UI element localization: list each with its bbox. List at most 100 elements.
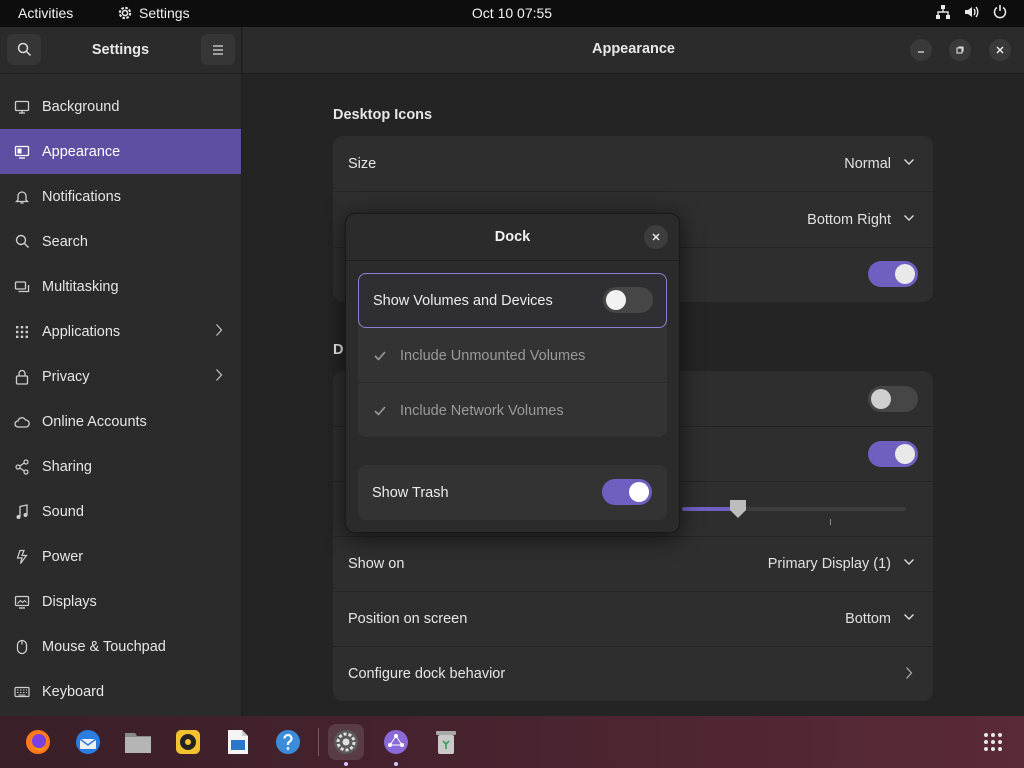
sidebar-item-notifications[interactable]: Notifications [0, 174, 241, 219]
chevron-down-icon [904, 614, 914, 620]
sidebar-item-sound[interactable]: Sound [0, 489, 241, 534]
content-header: Appearance [243, 27, 1024, 74]
show-trash-row[interactable]: Show Trash [358, 465, 667, 520]
dock-option-toggle-1[interactable] [868, 386, 918, 412]
include-unmounted-row[interactable]: Include Unmounted Volumes [358, 328, 667, 383]
dock-firefox[interactable] [20, 724, 56, 760]
volumes-group: Show Volumes and Devices Include Unmount… [358, 273, 667, 437]
position-on-screen-value: Bottom [845, 610, 891, 627]
mouse-icon [16, 639, 28, 654]
system-tray[interactable] [935, 4, 1008, 20]
cloud-icon [14, 416, 30, 428]
show-on-row[interactable]: Show on Primary Display (1) [333, 536, 933, 591]
sidebar-item-label: Sound [42, 503, 84, 520]
icon-size-row[interactable]: Size Normal [333, 136, 933, 191]
chevron-down-icon [904, 215, 914, 221]
dialog-title: Dock [494, 229, 531, 245]
dock-show-apps[interactable] [975, 724, 1011, 760]
chevron-down-icon [904, 559, 914, 565]
dock-network-app[interactable] [378, 724, 414, 766]
sidebar-item-online-accounts[interactable]: Online Accounts [0, 399, 241, 444]
sidebar-item-label: Background [42, 98, 120, 115]
sidebar-nav: Background Appearance Notifications Sear… [0, 74, 241, 714]
thunderbird-icon [76, 730, 100, 754]
rhythmbox-icon [176, 730, 200, 754]
dock-option-toggle-2[interactable] [868, 441, 918, 467]
minimize-icon [918, 51, 924, 53]
maximize-button[interactable] [949, 39, 971, 61]
sidebar-item-appearance[interactable]: Appearance [0, 129, 241, 174]
network-icon [936, 5, 950, 19]
show-volumes-label: Show Volumes and Devices [373, 292, 553, 309]
show-volumes-row[interactable]: Show Volumes and Devices [358, 273, 667, 328]
sidebar-item-label: Mouse & Touchpad [42, 638, 166, 655]
background-icon [14, 100, 30, 114]
share-icon [15, 458, 29, 475]
dock-libreoffice-writer[interactable] [220, 724, 256, 760]
main-menu-button[interactable] [201, 34, 235, 65]
volume-icon [965, 6, 979, 18]
restore-icon [956, 46, 964, 54]
desktop-icons-title: Desktop Icons [333, 107, 433, 123]
dock-trash[interactable] [428, 724, 464, 760]
sidebar: Settings Background Appearance Notificat… [0, 27, 242, 716]
sidebar-item-label: Displays [42, 593, 97, 610]
minimize-button[interactable] [910, 39, 932, 61]
keyboard-icon [14, 686, 30, 697]
slider-thumb[interactable] [728, 498, 748, 520]
position-on-screen-row[interactable]: Position on screen Bottom [333, 591, 933, 646]
files-icon [125, 733, 151, 753]
show-trash-toggle[interactable] [602, 479, 652, 505]
sidebar-item-applications[interactable]: Applications [0, 309, 241, 354]
multitasking-icon [14, 280, 30, 292]
dialog-close-button[interactable] [644, 225, 668, 249]
dock-files[interactable] [120, 724, 156, 760]
sidebar-item-multitasking[interactable]: Multitasking [0, 264, 241, 309]
firefox-icon [26, 730, 50, 754]
dock-settings[interactable] [328, 724, 364, 766]
sidebar-item-label: Online Accounts [42, 413, 147, 430]
dock-rhythmbox[interactable] [170, 724, 206, 760]
sidebar-item-mouse-touchpad[interactable]: Mouse & Touchpad [0, 624, 241, 669]
icon-size-value: Normal [844, 155, 891, 172]
music-icon [16, 503, 28, 519]
sidebar-item-privacy[interactable]: Privacy [0, 354, 241, 399]
configure-dock-row[interactable]: Configure dock behavior [333, 646, 933, 701]
dock-help[interactable] [270, 724, 306, 760]
chevron-down-icon [904, 159, 914, 165]
sidebar-item-power[interactable]: Power [0, 534, 241, 579]
sidebar-item-label: Search [42, 233, 88, 250]
sidebar-header: Settings [0, 27, 241, 74]
sidebar-item-displays[interactable]: Displays [0, 579, 241, 624]
sidebar-item-label: Sharing [42, 458, 92, 475]
appearance-icon [14, 145, 30, 159]
desktop-icons-toggle[interactable] [868, 261, 918, 287]
sidebar-item-label: Multitasking [42, 278, 119, 295]
sidebar-item-sharing[interactable]: Sharing [0, 444, 241, 489]
trash-icon [436, 731, 456, 754]
dock-thunderbird[interactable] [70, 724, 106, 760]
checkmark-icon [374, 405, 386, 416]
network-app-icon [384, 730, 408, 754]
power-icon [16, 549, 28, 564]
page-title: Appearance [591, 41, 675, 57]
sidebar-item-search[interactable]: Search [0, 219, 241, 264]
close-icon [996, 46, 1004, 54]
dock-section-title: D [333, 342, 344, 358]
close-window-button[interactable] [989, 39, 1011, 61]
clock[interactable]: Oct 10 07:55 [0, 5, 1024, 21]
sidebar-item-label: Keyboard [42, 683, 105, 700]
chevron-right-icon [216, 369, 223, 381]
icon-size-slider[interactable] [682, 500, 906, 525]
dialog-header: Dock [346, 214, 679, 261]
sidebar-item-label: Appearance [42, 143, 121, 160]
sidebar-item-keyboard[interactable]: Keyboard [0, 669, 241, 714]
show-volumes-toggle[interactable] [603, 287, 653, 313]
sidebar-item-label: Privacy [42, 368, 90, 385]
trash-group: Show Trash [358, 465, 667, 520]
app-grid-icon [984, 733, 1002, 751]
sidebar-item-background[interactable]: Background [0, 84, 241, 129]
include-network-row[interactable]: Include Network Volumes [358, 383, 667, 438]
libreoffice-writer-icon [228, 730, 248, 754]
search-icon [15, 234, 29, 248]
